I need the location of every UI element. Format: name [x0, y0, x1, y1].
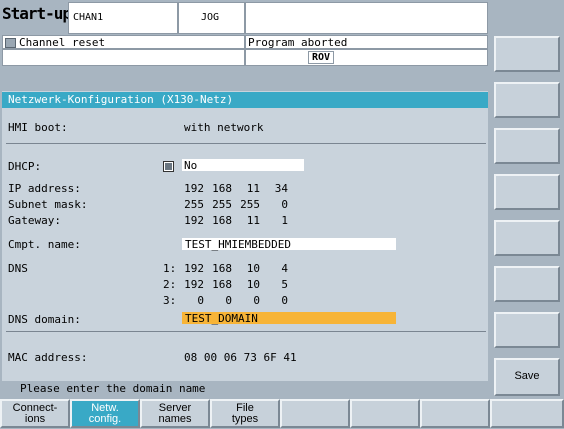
hsoftkey-connections[interactable]: Connect- ions	[0, 399, 70, 428]
cmpt-name-value: TEST_HMIEMBEDDED	[185, 238, 291, 251]
alarm-line	[2, 49, 245, 66]
channel-name: CHAN1	[68, 2, 178, 34]
mac-label: MAC address:	[8, 351, 88, 364]
hsoftkey-file-types[interactable]: File types	[210, 399, 280, 428]
dns2-octet-2[interactable]: 168	[212, 278, 232, 291]
hsoftkey-server-names[interactable]: Server names	[140, 399, 210, 428]
dns1-octet-2[interactable]: 168	[212, 262, 232, 275]
vsoftkey-7[interactable]	[494, 312, 560, 348]
subnet-label: Subnet mask:	[8, 198, 88, 211]
subnet-octet-2[interactable]: 255	[212, 198, 232, 211]
rov-indicator: ROV	[308, 51, 335, 64]
dns2-octet-1[interactable]: 192	[184, 278, 204, 291]
header-blank	[245, 2, 488, 34]
mac-value: 08 00 06 73 6F 41	[184, 351, 297, 364]
subnet-octet-3[interactable]: 255	[240, 198, 260, 211]
save-label: Save	[514, 370, 540, 382]
divider-2	[6, 331, 486, 332]
dns3-octet-1[interactable]: 0	[184, 294, 204, 307]
reset-icon	[5, 38, 16, 48]
cmpt-name-label: Cmpt. name:	[8, 238, 81, 251]
ip-octet-3[interactable]: 11	[240, 182, 260, 195]
program-status-field: Program aborted	[245, 35, 488, 49]
dns-index-2: 2:	[163, 278, 177, 291]
operating-mode: JOG	[178, 2, 245, 34]
dns3-octet-4[interactable]: 0	[268, 294, 288, 307]
status-line-text: Please enter the domain name	[20, 382, 206, 395]
hsoftkey-netw-config-line2: config.	[88, 413, 122, 425]
dns-domain-label: DNS domain:	[8, 313, 81, 326]
divider-1	[6, 143, 486, 144]
channel-label: CHAN1	[73, 12, 104, 23]
hsoftkey-8[interactable]	[490, 399, 564, 428]
dhcp-value: No	[184, 159, 198, 172]
mode-label: JOG	[201, 12, 220, 23]
vsoftkey-3[interactable]	[494, 128, 560, 164]
hsoftkey-server-names-line2: names	[158, 413, 192, 425]
reset-status-field: Channel reset	[2, 35, 245, 49]
dns-index-3: 3:	[163, 294, 177, 307]
ip-octet-1[interactable]: 192	[184, 182, 204, 195]
dns-label: DNS	[8, 262, 28, 275]
cmpt-name-field[interactable]: TEST_HMIEMBEDDED	[182, 238, 396, 251]
hmi-boot-label: HMI boot:	[8, 121, 68, 134]
dhcp-checkbox[interactable]	[163, 161, 174, 172]
dns2-octet-3[interactable]: 10	[240, 278, 260, 291]
area-title: Start-up	[2, 4, 72, 23]
vsoftkey-6[interactable]	[494, 266, 560, 302]
dns2-octet-4[interactable]: 5	[268, 278, 288, 291]
dns-index-1: 1:	[163, 262, 177, 275]
gateway-label: Gateway:	[8, 214, 61, 227]
hsoftkey-5[interactable]	[280, 399, 350, 428]
dhcp-field[interactable]: No	[182, 159, 304, 172]
dns-domain-field[interactable]: TEST_DOMAIN	[182, 312, 396, 325]
vsoftkey-5[interactable]	[494, 220, 560, 256]
dns3-octet-2[interactable]: 0	[212, 294, 232, 307]
config-panel	[2, 91, 488, 381]
ip-octet-4[interactable]: 34	[268, 182, 288, 195]
gateway-octet-2[interactable]: 168	[212, 214, 232, 227]
save-button[interactable]: Save	[494, 358, 560, 396]
subnet-octet-4[interactable]: 0	[268, 198, 288, 211]
hsoftkey-file-types-line2: types	[231, 413, 259, 425]
ip-octet-2[interactable]: 168	[212, 182, 232, 195]
program-status-text: Program aborted	[248, 36, 348, 49]
reset-status-text: Channel reset	[19, 36, 106, 49]
gateway-octet-1[interactable]: 192	[184, 214, 204, 227]
panel-title: Netzwerk-Konfiguration (X130-Netz)	[8, 93, 234, 106]
hsoftkey-netw-config[interactable]: Netw. config.	[70, 399, 140, 428]
dns-domain-value: TEST_DOMAIN	[185, 312, 258, 325]
hsoftkey-connections-line2: ions	[24, 413, 46, 425]
ip-label: IP address:	[8, 182, 81, 195]
checkbox-cross-icon	[165, 163, 172, 170]
subnet-octet-1[interactable]: 255	[184, 198, 204, 211]
dns3-octet-3[interactable]: 0	[240, 294, 260, 307]
dns1-octet-1[interactable]: 192	[184, 262, 204, 275]
dns1-octet-4[interactable]: 4	[268, 262, 288, 275]
vsoftkey-1[interactable]	[494, 36, 560, 72]
hmi-boot-value[interactable]: with network	[184, 121, 263, 134]
vsoftkey-4[interactable]	[494, 174, 560, 210]
gateway-octet-3[interactable]: 11	[240, 214, 260, 227]
dhcp-label: DHCP:	[8, 160, 42, 173]
vsoftkey-2[interactable]	[494, 82, 560, 118]
dns1-octet-3[interactable]: 10	[240, 262, 260, 275]
hsoftkey-6[interactable]	[350, 399, 420, 428]
hsoftkey-7[interactable]	[420, 399, 490, 428]
panel-title-bar: Netzwerk-Konfiguration (X130-Netz)	[2, 92, 488, 108]
dialog-line: Please enter the domain name	[2, 381, 488, 396]
rov-line: ROV	[245, 49, 488, 66]
gateway-octet-4[interactable]: 1	[268, 214, 288, 227]
